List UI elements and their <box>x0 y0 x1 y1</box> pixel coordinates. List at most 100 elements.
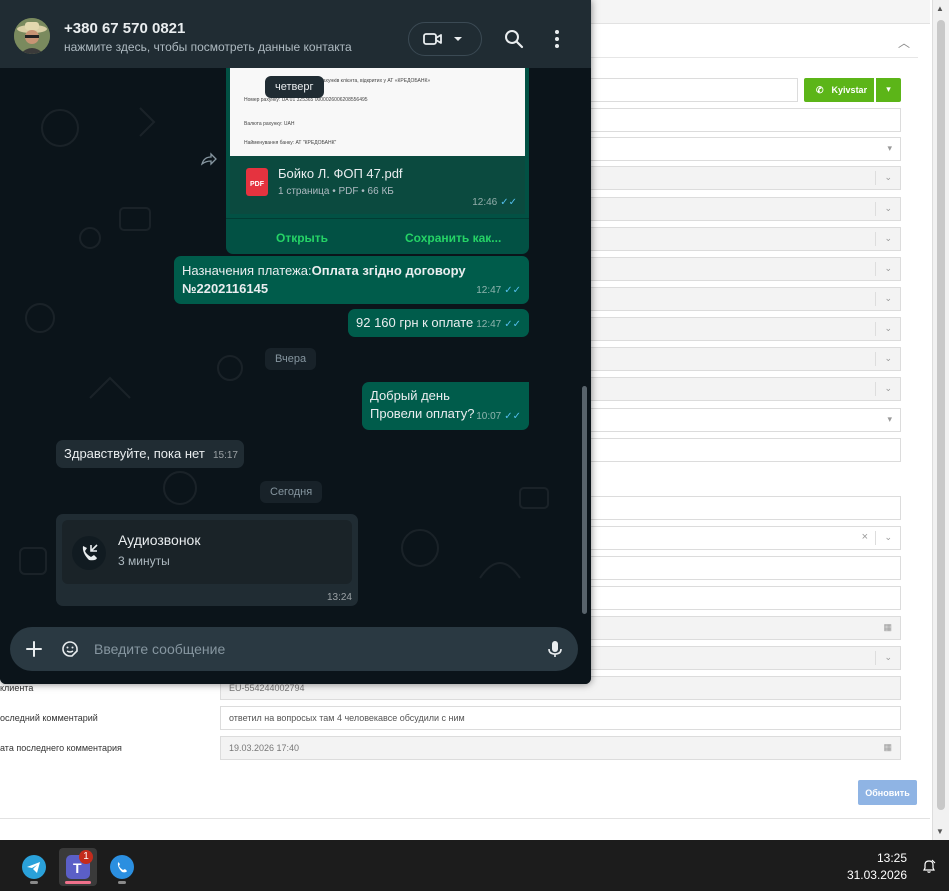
pdf-meta: 1 страница • PDF • 66 КБ <box>278 186 394 197</box>
form-select-disabled: ⌄ <box>590 197 901 221</box>
amount-message[interactable]: 92 160 грн к оплате 12:47 ✓✓ <box>348 309 529 337</box>
last-comment-date-field: 19.03.2026 17:40 ▦ <box>220 736 901 760</box>
clock-time: 13:25 <box>876 851 907 865</box>
last-comment-label: оследний комментарий <box>0 713 98 723</box>
calendar-icon: ▦ <box>883 622 892 632</box>
pdf-preview-line: Валюта рахунку: UAH <box>244 121 295 127</box>
audio-call-bubble[interactable]: Аудиозвонок 3 минуты 13:24 <box>56 514 358 606</box>
amount-text: 92 160 грн к оплате <box>356 315 474 330</box>
whatsapp-popup-window: +380 67 570 0821 нажмите здесь, чтобы по… <box>0 0 591 684</box>
form-select[interactable]: ▾ <box>590 408 901 432</box>
form-select-disabled: ⌄ <box>590 377 901 401</box>
forward-icon[interactable] <box>200 152 218 166</box>
phone-icon: ✆ <box>816 85 824 95</box>
microphone-icon[interactable] <box>545 639 565 659</box>
avatar[interactable] <box>14 18 50 54</box>
last-comment-value: ответил на вопросых там 4 человекавсе об… <box>229 713 465 723</box>
greeting-message[interactable]: Добрый день Провели оплату? 10:07 ✓✓ <box>362 382 529 430</box>
call-info[interactable]: Аудиозвонок 3 минуты <box>62 520 352 584</box>
form-field[interactable] <box>590 108 901 132</box>
client-label: клиента <box>0 683 34 693</box>
reply-text: Здравствуйте, пока нет <box>64 446 205 461</box>
page-scrollbar[interactable]: ▲ ▼ <box>932 0 949 840</box>
greeting-line-1: Добрый день <box>370 388 450 403</box>
plus-icon[interactable] <box>24 639 44 659</box>
viber-icon <box>110 855 134 879</box>
divider <box>0 818 930 819</box>
last-comment-date-label: ата последнего комментария <box>0 743 122 753</box>
form-select-disabled: ⌄ <box>590 166 901 190</box>
pdf-icon: PDF <box>246 168 268 196</box>
date-field-disabled: ▦ <box>590 616 901 640</box>
viber-taskbar-app[interactable] <box>103 848 141 886</box>
contact-info-hint[interactable]: нажмите здесь, чтобы посмотреть данные к… <box>64 40 352 54</box>
chat-scrollbar[interactable] <box>582 386 587 614</box>
windows-taskbar: T 1 13:25 31.03.2026 <box>0 840 949 891</box>
calendar-icon: ▦ <box>883 742 892 752</box>
form-field[interactable] <box>590 438 901 462</box>
clear-icon[interactable]: × <box>862 531 868 543</box>
chevron-down-icon <box>454 37 462 41</box>
system-clock[interactable]: 13:25 31.03.2026 <box>847 850 907 884</box>
double-check-icon: ✓✓ <box>500 197 517 208</box>
teams-taskbar-app[interactable]: T 1 <box>59 848 97 886</box>
scrollbar-thumb[interactable] <box>937 20 945 810</box>
form-select[interactable]: ▾ <box>590 137 901 161</box>
message-time: 12:46 ✓✓ <box>472 197 517 208</box>
pdf-preview-line: Найменування банку: АТ "КРЕДОБАНК" <box>244 140 337 146</box>
telegram-icon <box>22 855 46 879</box>
call-type: Аудиозвонок <box>118 532 201 548</box>
chat-header[interactable]: +380 67 570 0821 нажмите здесь, чтобы по… <box>0 0 591 68</box>
double-check-icon: ✓✓ <box>504 319 521 330</box>
payment-prefix: Назначения платежа: <box>182 263 312 278</box>
payment-purpose-message[interactable]: Назначения платежа:Оплата згідно договор… <box>174 256 529 304</box>
date-chip-yesterday: Вчера <box>265 348 317 370</box>
chevron-up-icon[interactable]: ︿ <box>898 34 910 51</box>
update-button[interactable]: Обновить <box>858 780 917 805</box>
kyivstar-dropdown-button[interactable]: ▾ <box>876 78 901 102</box>
contact-name[interactable]: +380 67 570 0821 <box>64 20 185 37</box>
search-icon[interactable] <box>503 28 525 50</box>
notification-bell-icon[interactable] <box>921 858 937 874</box>
kyivstar-call-button[interactable]: ✆ Kyivstar <box>804 78 874 102</box>
scroll-up-icon[interactable]: ▲ <box>936 4 944 13</box>
incoming-call-icon <box>72 536 106 570</box>
composer[interactable] <box>10 627 578 671</box>
form-select-clearable[interactable]: × ⌄ <box>590 526 901 550</box>
video-call-button[interactable] <box>408 22 482 56</box>
form-field[interactable] <box>590 586 901 610</box>
message-time: 10:07 ✓✓ <box>476 408 521 426</box>
date-chip-today: Сегодня <box>260 481 323 503</box>
pdf-actions: Открыть Сохранить как... <box>226 218 529 254</box>
message-input[interactable] <box>94 639 514 659</box>
open-file-button[interactable]: Открыть <box>276 231 328 245</box>
sticker-icon[interactable] <box>60 639 80 659</box>
kebab-menu-icon[interactable] <box>546 28 568 50</box>
call-duration: 3 минуты <box>118 554 170 568</box>
form-field[interactable] <box>590 496 901 520</box>
double-check-icon: ✓✓ <box>504 285 521 296</box>
incoming-reply-message[interactable]: Здравствуйте, пока нет 15:17 <box>56 440 244 468</box>
phone-field[interactable] <box>590 78 798 102</box>
running-indicator <box>30 881 38 884</box>
form-select-disabled: ⌄ <box>590 646 901 670</box>
chat-messages-area[interactable]: рахунків клієнта, відкритих у АТ «КРЕДОБ… <box>0 68 591 614</box>
active-indicator <box>65 881 91 884</box>
unread-badge: 1 <box>79 850 93 864</box>
date-chip: четверг <box>265 76 324 98</box>
pdf-file-info[interactable]: PDF Бойко Л. ФОП 47.pdf 1 страница • PDF… <box>230 156 525 214</box>
form-select-disabled: ⌄ <box>590 257 901 281</box>
double-check-icon: ✓✓ <box>504 411 521 422</box>
telegram-taskbar-app[interactable] <box>15 848 53 886</box>
video-camera-icon <box>423 33 442 45</box>
message-time: 15:17 <box>212 450 238 461</box>
message-time: 12:47 ✓✓ <box>476 316 521 334</box>
form-field[interactable] <box>590 556 901 580</box>
running-indicator <box>118 881 126 884</box>
composer-bar <box>0 614 591 684</box>
last-comment-field[interactable]: ответил на вопросых там 4 человекавсе об… <box>220 706 901 730</box>
form-select-disabled: ⌄ <box>590 317 901 341</box>
save-as-button[interactable]: Сохранить как... <box>405 231 501 245</box>
panel-header[interactable]: ︿ <box>590 26 918 58</box>
scroll-down-icon[interactable]: ▼ <box>936 827 944 836</box>
